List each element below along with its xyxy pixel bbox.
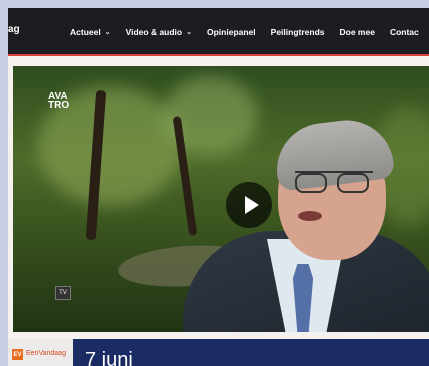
brand-text[interactable]: ag — [8, 24, 20, 35]
date-text: 7 juni — [85, 349, 133, 366]
top-navigation-bar: ag Actueel ⌄ Video & audio ⌄ Opiniepanel P… — [8, 8, 429, 56]
chevron-down-icon: ⌄ — [104, 29, 111, 36]
nav-item-contact[interactable]: Contac — [390, 27, 419, 37]
nav-label: Opiniepanel — [207, 27, 256, 37]
nav-item-video-audio[interactable]: Video & audio ⌄ — [126, 27, 192, 37]
footer-bar: EV EenVandaag 7 juni — [8, 339, 429, 366]
avatro-logo: AVA TRO — [48, 91, 70, 111]
tv-badge: TV — [55, 286, 71, 300]
nav-item-peilingtrends[interactable]: Peilingtrends — [271, 27, 325, 37]
nav-label: Contac — [389, 27, 419, 37]
glasses-lens — [295, 173, 327, 193]
ev-logo-icon: EV — [12, 349, 23, 360]
play-button[interactable] — [226, 182, 272, 228]
logo-text: EenVandaag — [26, 350, 66, 357]
nav-item-doe-mee[interactable]: Doe mee — [340, 27, 375, 37]
nav-label: Peilingtrends — [270, 27, 325, 37]
nav-item-opiniepanel[interactable]: Opiniepanel — [207, 27, 256, 37]
glasses-lens — [337, 173, 369, 193]
nav-label: Video & audio — [125, 27, 183, 37]
main-menu: Actueel ⌄ Video & audio ⌄ Opiniepanel Peil… — [70, 27, 429, 37]
glasses-icon — [295, 171, 373, 193]
video-player[interactable]: AVA TRO TV — [13, 66, 429, 332]
nav-label: Actueel — [70, 27, 101, 37]
chevron-down-icon: ⌄ — [186, 29, 192, 36]
date-bar: 7 juni — [73, 339, 429, 366]
webpage: ag Actueel ⌄ Video & audio ⌄ Opiniepanel P… — [8, 8, 429, 366]
footer-logo[interactable]: EV EenVandaag — [8, 339, 73, 366]
nav-item-actueel[interactable]: Actueel ⌄ — [70, 27, 111, 37]
speaker-mouth — [298, 211, 322, 221]
nav-label: Doe mee — [339, 27, 375, 37]
